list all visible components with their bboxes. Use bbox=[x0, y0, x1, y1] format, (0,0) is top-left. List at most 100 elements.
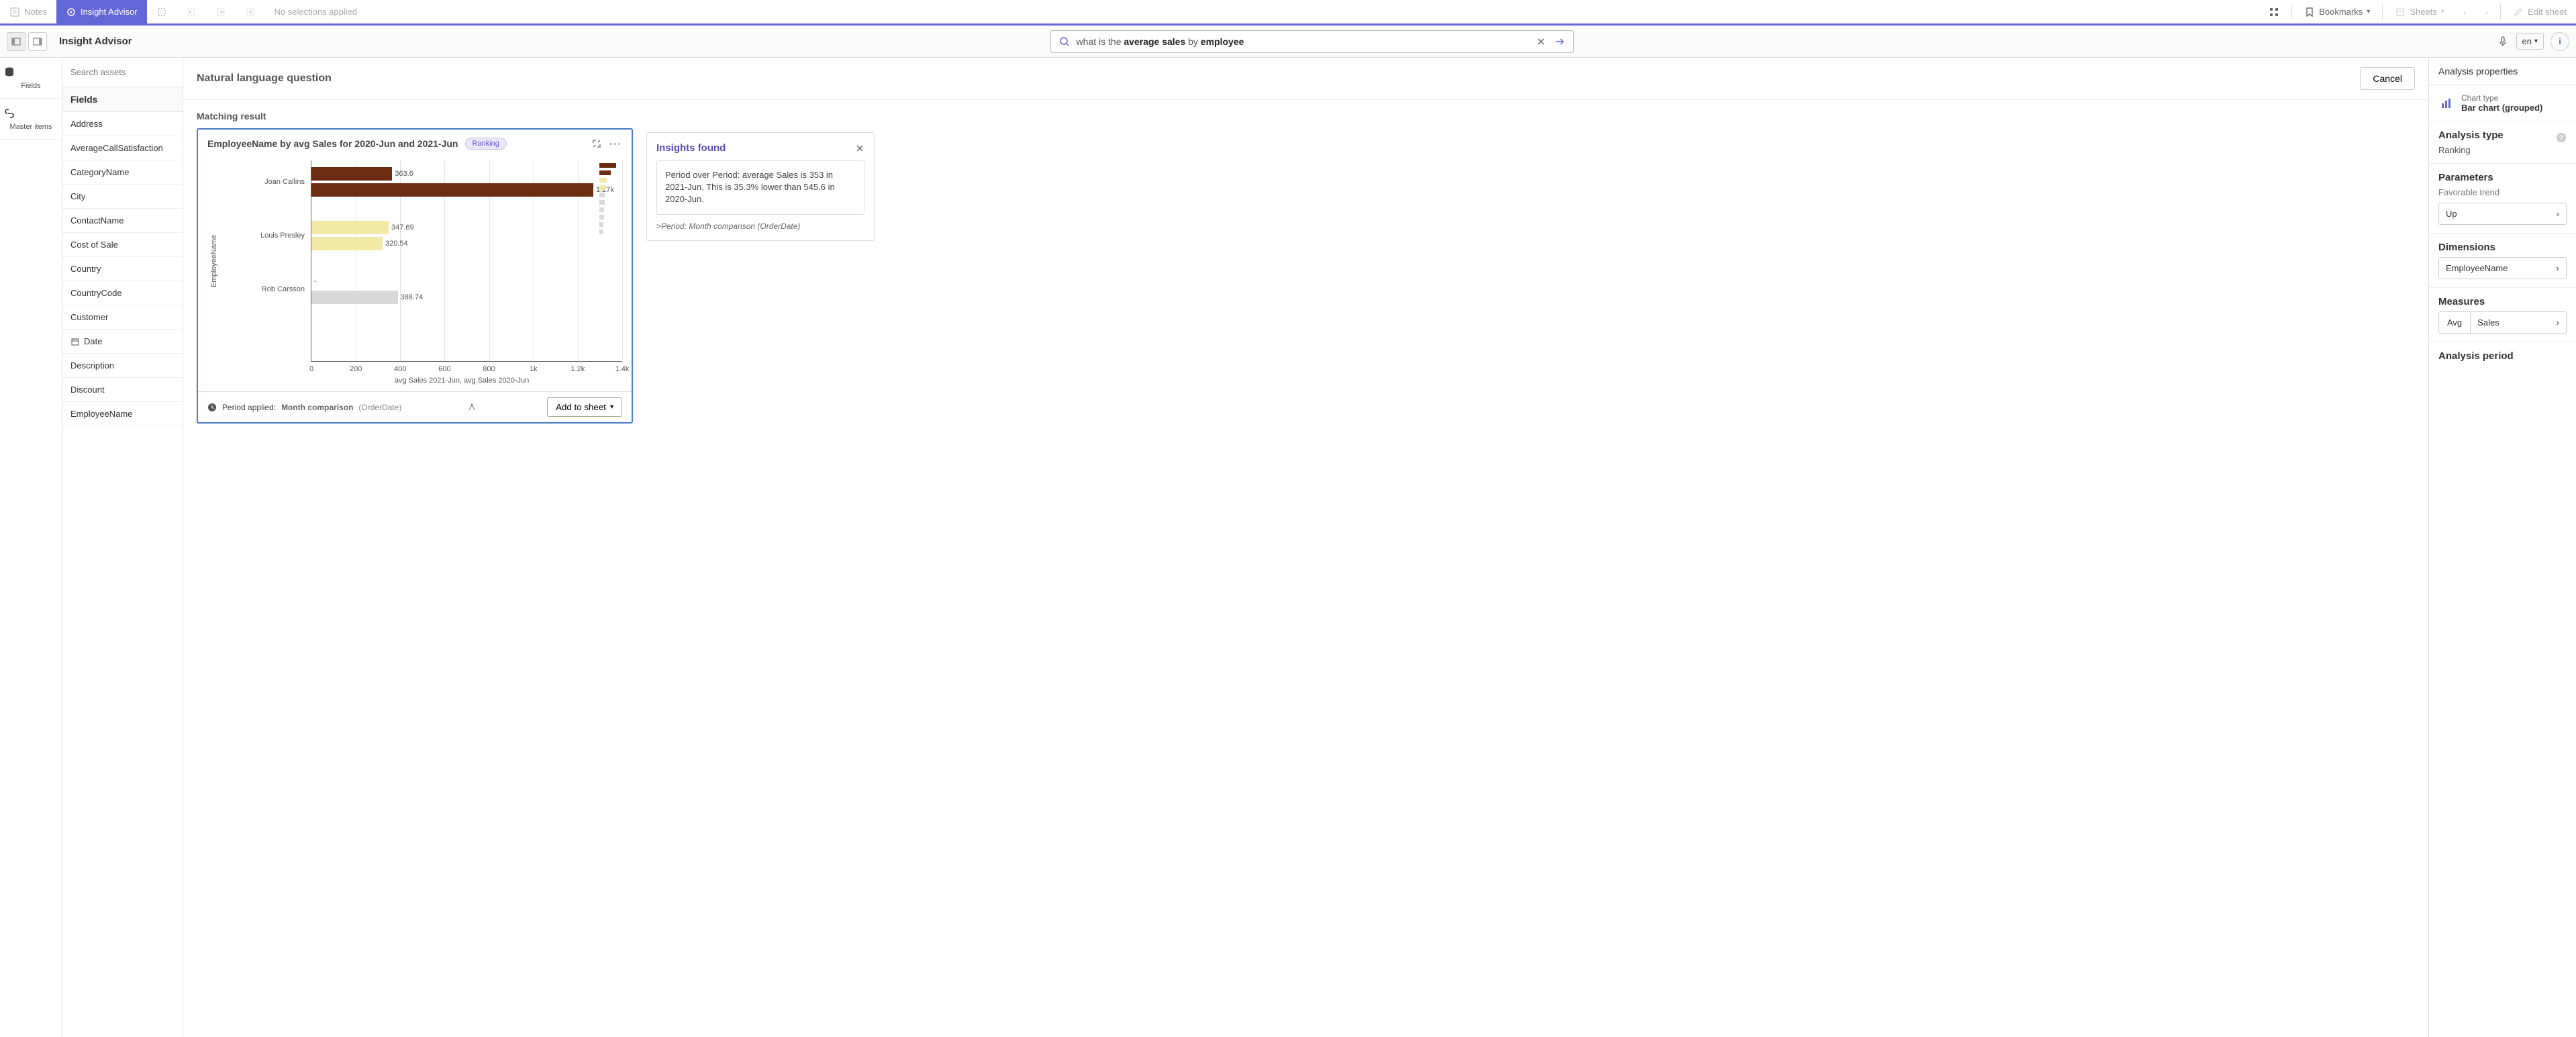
notes-icon bbox=[9, 7, 20, 17]
rail-master-label: Master items bbox=[10, 123, 52, 131]
no-selections-text: No selections applied bbox=[265, 0, 367, 23]
clock-icon bbox=[207, 403, 217, 412]
chart-more-button[interactable]: ··· bbox=[609, 139, 622, 149]
add-to-sheet-label: Add to sheet bbox=[556, 402, 606, 412]
field-item[interactable]: Date bbox=[62, 330, 183, 354]
clear-search-button[interactable] bbox=[1534, 35, 1548, 48]
chart-bar[interactable]: 1.27k bbox=[311, 183, 593, 197]
results-area: Matching result EmployeeName by avg Sale… bbox=[183, 100, 2428, 1037]
fields-panel: Fields AddressAverageCallSatisfactionCat… bbox=[62, 58, 183, 1037]
chart-bar[interactable]: 347.69 bbox=[311, 221, 389, 234]
analysis-period-section: Analysis period bbox=[2429, 342, 2576, 374]
field-item[interactable]: ContactName bbox=[62, 209, 183, 233]
top-toolbar: Notes Insight Advisor No selections appl… bbox=[0, 0, 2576, 26]
field-item[interactable]: CountryCode bbox=[62, 281, 183, 305]
fields-search-input[interactable] bbox=[68, 63, 177, 81]
close-insights-button[interactable] bbox=[855, 144, 864, 153]
measure-selector[interactable]: Avg Sales › bbox=[2438, 311, 2567, 334]
chevron-right-icon: › bbox=[2557, 317, 2559, 328]
chart-plot-area[interactable]: 02004006008001k1.2k1.4kJoan Callins363.6… bbox=[311, 160, 622, 362]
sheets-icon bbox=[2395, 7, 2406, 17]
chevron-right-icon: › bbox=[2557, 209, 2559, 219]
rail-fields-label: Fields bbox=[21, 82, 40, 90]
bar-value-label: 363.6 bbox=[395, 170, 413, 178]
bookmarks-button[interactable]: Bookmarks ▾ bbox=[2295, 0, 2379, 23]
insight-text: Period over Period: average Sales is 353… bbox=[656, 160, 864, 215]
field-item[interactable]: City bbox=[62, 185, 183, 209]
info-button[interactable]: i bbox=[2550, 32, 2569, 51]
y-category-label: Joan Callins bbox=[224, 178, 305, 186]
measure-agg[interactable]: Avg bbox=[2438, 311, 2471, 334]
help-icon[interactable]: ? bbox=[2556, 132, 2567, 143]
no-selections-label: No selections applied bbox=[275, 7, 358, 17]
field-item[interactable]: CategoryName bbox=[62, 160, 183, 185]
cancel-button[interactable]: Cancel bbox=[2360, 67, 2415, 90]
chart-minimap[interactable] bbox=[599, 163, 618, 237]
submit-search-button[interactable] bbox=[1553, 35, 1567, 48]
add-to-sheet-button[interactable]: Add to sheet ▾ bbox=[547, 397, 622, 417]
field-item[interactable]: Discount bbox=[62, 378, 183, 402]
field-item[interactable]: Cost of Sale bbox=[62, 233, 183, 257]
field-item[interactable]: Description bbox=[62, 354, 183, 378]
rail-fields[interactable]: Fields bbox=[0, 58, 62, 99]
fav-trend-label: Favorable trend bbox=[2438, 187, 2567, 197]
field-item[interactable]: Address bbox=[62, 112, 183, 136]
chevron-down-icon: ▾ bbox=[2441, 8, 2444, 15]
chevron-right-icon: › bbox=[2557, 263, 2559, 273]
dimension-value: EmployeeName bbox=[2446, 263, 2508, 273]
y-category-label: Louis Presley bbox=[224, 232, 305, 240]
measure-field: Sales bbox=[2477, 317, 2499, 328]
search-input[interactable]: what is the average sales by employee bbox=[1077, 36, 1529, 47]
sel-back-icon bbox=[186, 7, 197, 17]
selection-tool-1[interactable] bbox=[147, 0, 177, 23]
insight-advisor-button[interactable]: Insight Advisor bbox=[56, 0, 147, 23]
view-toggle-right-panel[interactable] bbox=[28, 32, 47, 51]
search-box[interactable]: what is the average sales by employee bbox=[1050, 30, 1574, 53]
bar-value-label: - bbox=[314, 277, 317, 285]
field-item[interactable]: AverageCallSatisfaction bbox=[62, 136, 183, 160]
dimension-selector[interactable]: EmployeeName › bbox=[2438, 257, 2567, 279]
fav-trend-value: Up bbox=[2446, 209, 2457, 219]
properties-header: Analysis properties bbox=[2429, 58, 2576, 85]
chart-bar[interactable]: 320.54 bbox=[311, 237, 383, 250]
grid-icon bbox=[2269, 7, 2279, 17]
selection-forward bbox=[206, 0, 236, 23]
bar-chart-icon bbox=[2438, 95, 2455, 111]
chart-title: EmployeeName by avg Sales for 2020-Jun a… bbox=[207, 138, 458, 149]
chart-header: EmployeeName by avg Sales for 2020-Jun a… bbox=[198, 130, 632, 158]
parameters-section: Parameters Favorable trend Up › bbox=[2429, 164, 2576, 234]
fields-header: Fields bbox=[62, 87, 183, 112]
matching-result-title: Matching result bbox=[197, 111, 633, 121]
exploration-icon[interactable] bbox=[466, 402, 477, 413]
chevron-down-icon: ▾ bbox=[610, 403, 613, 411]
period-applied-label: Period applied: bbox=[222, 403, 276, 412]
chart-bar[interactable]: 363.6 bbox=[311, 167, 392, 181]
view-toggle-left-panel[interactable] bbox=[7, 32, 26, 51]
insight-icon bbox=[66, 7, 77, 17]
rail-master-items[interactable]: Master items bbox=[0, 99, 62, 140]
lasso-icon bbox=[156, 7, 167, 17]
chart-type-section: Chart type Bar chart (grouped) bbox=[2429, 85, 2576, 121]
mic-button[interactable] bbox=[2496, 35, 2510, 48]
field-item[interactable]: Country bbox=[62, 257, 183, 281]
center-content: Natural language question Cancel Matchin… bbox=[183, 58, 2428, 1037]
notes-button[interactable]: Notes bbox=[0, 0, 56, 23]
language-selector[interactable]: en ▾ bbox=[2516, 33, 2544, 50]
measures-label: Measures bbox=[2438, 296, 2567, 307]
insights-card: Insights found Period over Period: avera… bbox=[646, 111, 875, 1026]
fields-list[interactable]: AddressAverageCallSatisfactionCategoryNa… bbox=[62, 112, 183, 1037]
expand-chart-button[interactable] bbox=[592, 139, 601, 149]
field-item[interactable]: EmployeeName bbox=[62, 402, 183, 426]
chart-footer: Period applied: Month comparison (OrderD… bbox=[198, 391, 632, 422]
lang-value: en bbox=[2522, 36, 2532, 46]
ranking-pill: Ranking bbox=[465, 138, 507, 150]
nlq-title: Natural language question bbox=[197, 72, 332, 85]
fav-trend-selector[interactable]: Up › bbox=[2438, 203, 2567, 225]
y-axis-label: EmployeeName bbox=[207, 160, 221, 362]
field-item[interactable]: Customer bbox=[62, 305, 183, 330]
chart-type-value: Bar chart (grouped) bbox=[2461, 103, 2542, 113]
chart-bar[interactable]: 388.74 bbox=[311, 291, 398, 304]
x-tick: 800 bbox=[483, 365, 495, 373]
x-tick: 1.4k bbox=[615, 365, 630, 373]
grid-button[interactable] bbox=[2259, 0, 2289, 23]
